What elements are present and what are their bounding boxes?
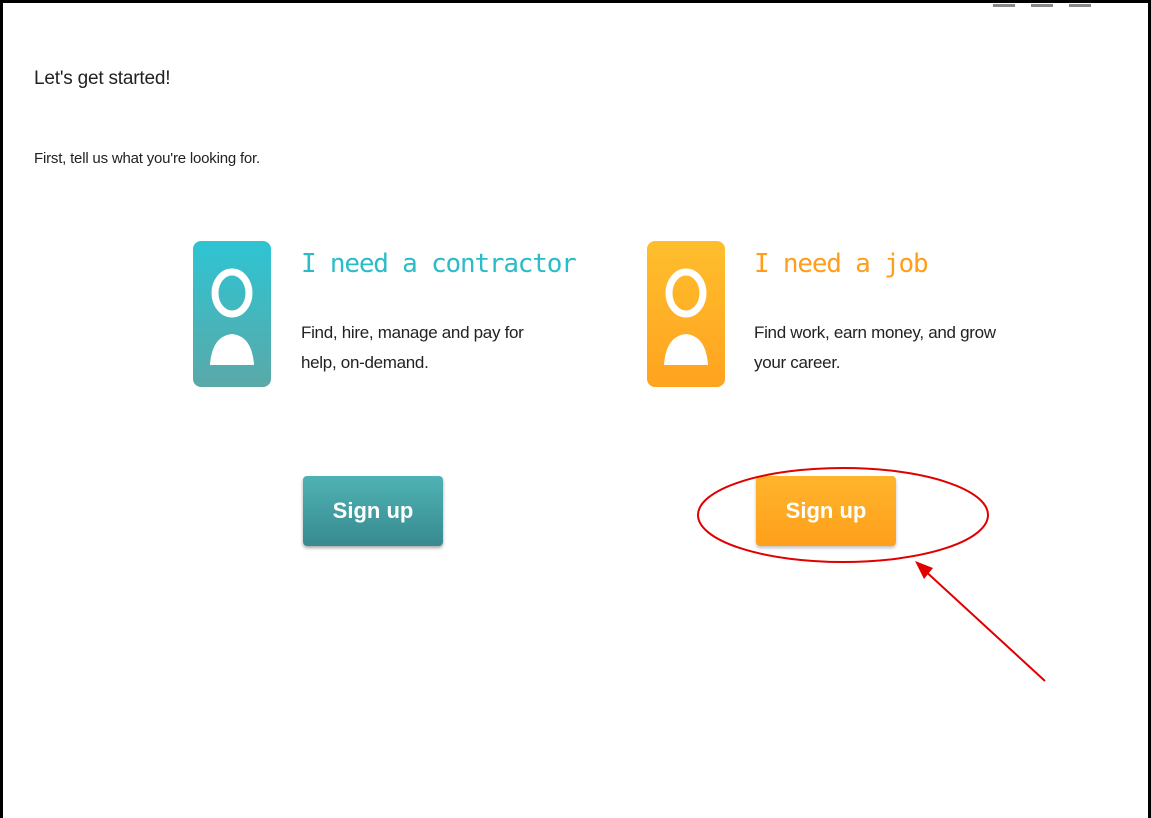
job-person-icon xyxy=(647,241,725,387)
contractor-person-icon xyxy=(193,241,271,387)
job-heading: I need a job xyxy=(754,249,929,279)
person-icon xyxy=(210,268,254,365)
window-frame xyxy=(0,0,1151,818)
window-control-mark xyxy=(993,4,1015,7)
contractor-description: Find, hire, manage and pay for help, on-… xyxy=(301,323,524,372)
window-control-mark xyxy=(1031,4,1053,7)
page-title: Let's get started! xyxy=(34,68,171,89)
job-description: Find work, earn money, and grow your car… xyxy=(754,323,996,372)
window-controls xyxy=(993,0,1091,8)
job-signup-button[interactable]: Sign up xyxy=(756,476,896,546)
contractor-heading: I need a contractor xyxy=(301,249,577,279)
contractor-signup-button[interactable]: Sign up xyxy=(303,476,443,546)
window-control-mark xyxy=(1069,4,1091,7)
person-icon xyxy=(664,268,708,365)
page-subtitle: First, tell us what you're looking for. xyxy=(34,150,260,167)
